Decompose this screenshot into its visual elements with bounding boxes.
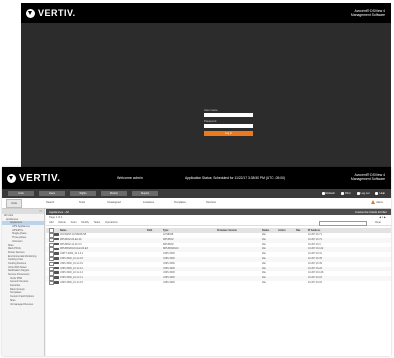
toolbar-button-rights[interactable]: Rights <box>70 191 96 196</box>
search-input[interactable] <box>319 221 367 226</box>
login-header: VERTIV. Avocent® DSView 4 Management Sof… <box>21 3 391 23</box>
nav-bar: Units Search Tools Unassigned Locations … <box>2 198 391 209</box>
add-button[interactable]: Add <box>49 221 54 224</box>
help-icon <box>375 192 379 195</box>
nav-unassigned[interactable]: Unassigned <box>107 201 121 205</box>
logout-link[interactable]: Log out <box>356 191 369 196</box>
username-input[interactable] <box>204 113 253 117</box>
scan-button[interactable]: Scan <box>71 221 77 224</box>
vertiv-logo-icon <box>7 174 16 183</box>
cell-status: Idle <box>262 280 266 284</box>
toolbar-button-users[interactable]: Users <box>39 191 65 196</box>
app-header: VERTIV. Welcome admin Application Status… <box>2 167 391 189</box>
table-row[interactable]: UNIS 3000_10.11.4.5 UNIS 3000 Idle 10.207.1… <box>46 280 391 287</box>
warning-icon <box>371 200 376 204</box>
sidebar-tree: << All Units Appliances Appliances UPS A… <box>2 209 45 356</box>
tree-item[interactable]: Unmanaged Devices <box>2 303 44 307</box>
toolbar-button-monitor[interactable]: Monitor <box>101 191 127 196</box>
delete-button[interactable]: Delete <box>58 221 66 224</box>
vertiv-logo-icon <box>26 8 35 18</box>
vertiv-logo: VERTIV. <box>26 8 76 18</box>
page-label: Page 1 of 1 <box>49 216 63 219</box>
nav-templates[interactable]: Templates <box>174 201 186 205</box>
operations-button[interactable]: Operations <box>105 221 118 224</box>
nav-locations[interactable]: Locations <box>143 201 154 205</box>
password-input[interactable] <box>204 124 253 128</box>
content-title: Appliances - All <box>49 210 69 214</box>
login-window: VERTIV. Avocent® DSView 4 Management Sof… <box>21 3 391 168</box>
content-panel: Appliances - All Customize Fields & Filt… <box>46 209 391 356</box>
alarm-indicator[interactable]: Alarm <box>371 200 383 204</box>
cell-name[interactable]: UNIS 3000_10.11.4.5 <box>60 281 83 286</box>
tasks-button[interactable]: Tasks <box>94 221 101 224</box>
login-form: User name Password Log In <box>204 109 253 136</box>
refresh-icon <box>321 192 325 195</box>
print-icon <box>340 192 344 195</box>
table-body: AVOCENT-ACS8048-N8 ACS8048 Idle 10.207.16.7… <box>46 233 391 286</box>
cell-type: UNIS 3000 <box>163 280 175 284</box>
app-window: VERTIV. Welcome admin Application Status… <box>2 167 391 356</box>
logout-icon <box>356 192 360 195</box>
product-name: Avocent® DSView 4 Management Software <box>350 173 385 181</box>
nav-tools[interactable]: Tools <box>79 201 85 205</box>
nav-services[interactable]: Services <box>206 201 216 205</box>
modify-button[interactable]: Modify <box>81 221 89 224</box>
refresh-link[interactable]: Refresh <box>321 191 335 196</box>
clear-button[interactable]: Clear <box>375 220 381 225</box>
nav-units[interactable]: Units <box>6 199 22 208</box>
username-label: User name <box>204 108 218 112</box>
login-button[interactable]: Log In <box>204 131 253 136</box>
appliance-icon <box>54 281 59 286</box>
password-label: Password <box>204 119 217 123</box>
toolbar-button-reports[interactable]: Reports <box>132 191 158 196</box>
help-link[interactable]: Help <box>375 191 385 196</box>
toolbar-button-units[interactable]: Units <box>8 191 34 196</box>
print-link[interactable]: Print <box>340 191 351 196</box>
nav-search[interactable]: Search <box>46 201 54 205</box>
row-checkbox[interactable] <box>49 280 54 287</box>
main-toolbar: Units Users Rights Monitor Reports Refre… <box>2 189 391 198</box>
action-bar: Add Delete Scan Modify Tasks Operations … <box>46 220 391 226</box>
top-links: Refresh Print Log out Help <box>316 191 385 196</box>
application-status: Application Status: Scheduled for 11/22/… <box>185 176 286 180</box>
product-name: Avocent® DSView 4 Management Software <box>350 9 385 17</box>
appliances-table: Name Path Type Firmware Version Status A… <box>46 228 391 286</box>
cell-ip-address: 10.207.16.04 <box>308 280 322 284</box>
vertiv-logo: VERTIV. <box>7 173 60 184</box>
welcome-text: Welcome admin <box>117 176 143 180</box>
